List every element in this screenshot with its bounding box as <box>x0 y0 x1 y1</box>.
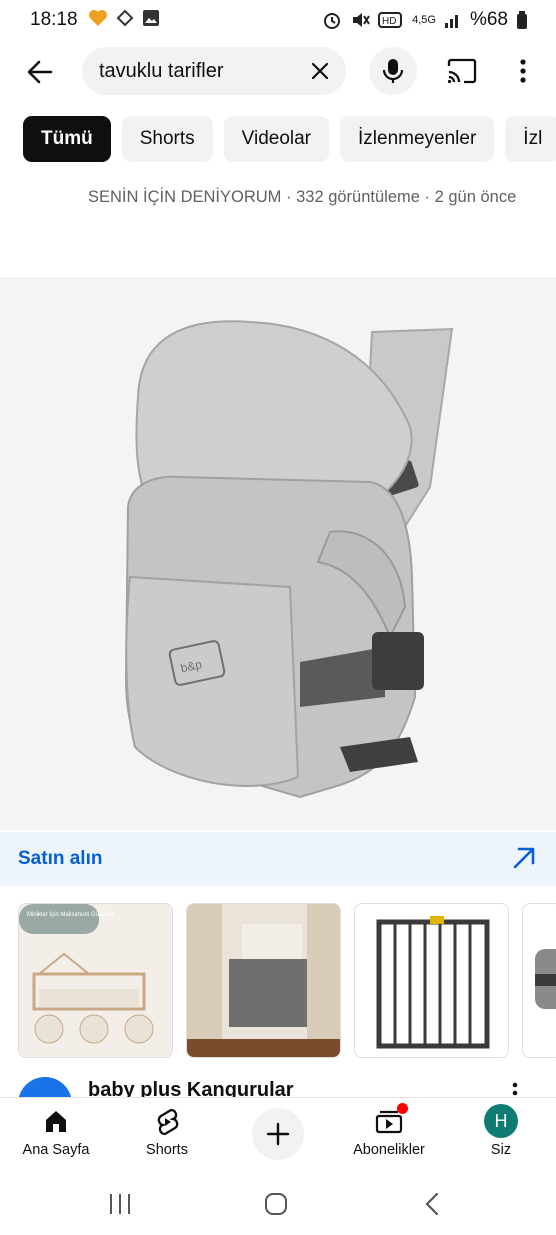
more-options-button[interactable] <box>509 56 537 86</box>
external-link-arrow-icon <box>513 847 535 869</box>
create-button[interactable] <box>252 1108 304 1160</box>
search-query: tavuklu tarifler <box>99 60 224 82</box>
battery-icon <box>517 11 527 29</box>
notification-dot <box>397 1103 408 1114</box>
signal-icon <box>444 15 458 28</box>
search-input[interactable]: tavuklu tarifler <box>82 47 346 95</box>
tag-icon <box>116 9 134 27</box>
channel-avatar[interactable] <box>18 1077 72 1099</box>
home-system-button[interactable] <box>261 1189 291 1219</box>
cast-button[interactable] <box>444 56 480 86</box>
chip-all[interactable]: Tümü <box>23 116 111 162</box>
close-icon <box>311 62 329 80</box>
clear-search-button[interactable] <box>308 59 332 83</box>
microphone-icon <box>382 59 404 83</box>
gallery-icon <box>143 10 159 26</box>
buy-now-row[interactable]: Satın alın <box>0 832 556 886</box>
next-result[interactable]: baby plus Kangurular <box>0 1075 556 1099</box>
nav-subscriptions-label: Abonelikler <box>353 1142 425 1158</box>
chip-watched-partial[interactable]: İzl <box>505 116 556 162</box>
baby-carrier-image: b&p <box>124 320 454 799</box>
nav-shorts-label: Shorts <box>146 1142 188 1158</box>
thumb-metal-gate[interactable] <box>354 903 509 1058</box>
system-navigation-bar <box>0 1171 556 1235</box>
alarm-icon <box>324 13 341 29</box>
cast-icon <box>447 58 477 84</box>
shorts-icon <box>157 1108 179 1135</box>
filter-chips: Tümü Shorts Videolar İzlenmeyenler İzl <box>23 116 556 162</box>
nav-subscriptions[interactable]: Abonelikler <box>339 1098 439 1172</box>
back-system-button[interactable] <box>418 1189 448 1219</box>
status-time: 18:18 <box>30 9 78 30</box>
back-button[interactable] <box>22 54 58 90</box>
buy-label: Satın alın <box>18 848 103 869</box>
product-ad-image[interactable]: b&p <box>0 277 556 830</box>
network-type: 4,5G <box>412 13 436 26</box>
home-icon <box>46 1111 66 1132</box>
chevron-left-icon <box>425 1192 439 1216</box>
product-thumbnails: Minikler İçin Maksimum Güvenlik <box>18 903 556 1058</box>
hallway-gate-image <box>187 904 340 1057</box>
bag-product-image <box>523 904 556 1057</box>
more-vert-icon <box>520 59 526 83</box>
thumb-bag-partial[interactable] <box>522 903 556 1058</box>
home-square-icon <box>265 1193 287 1215</box>
heart-app-icon <box>89 10 107 26</box>
nav-you-label: Siz <box>490 1142 512 1158</box>
mute-icon <box>353 13 370 27</box>
metal-gate-image <box>355 904 508 1057</box>
recent-apps-button[interactable] <box>105 1189 135 1219</box>
chip-shorts[interactable]: Shorts <box>121 116 213 162</box>
profile-avatar: H <box>484 1104 518 1138</box>
chip-videos[interactable]: Videolar <box>223 116 330 162</box>
nav-home-label: Ana Sayfa <box>22 1142 90 1158</box>
bottom-navigation: Ana Sayfa Shorts Abonelikler H Siz <box>0 1097 556 1171</box>
svg-text:HD: HD <box>382 16 396 27</box>
nav-home[interactable]: Ana Sayfa <box>6 1098 106 1172</box>
next-result-title[interactable]: baby plus Kangurular <box>88 1079 294 1099</box>
battery-percent: %68 <box>469 9 508 30</box>
arrow-left-icon <box>27 60 53 84</box>
hd-voice-icon: HD <box>378 12 403 28</box>
chip-unwatched[interactable]: İzlenmeyenler <box>340 116 495 162</box>
voice-search-button[interactable] <box>369 47 417 95</box>
plus-icon <box>266 1122 290 1146</box>
thumb-headline: Minikler İçin Maksimum Güvenlik <box>27 911 115 918</box>
status-bar: 18:18 HD 4,5G %68 <box>0 0 556 40</box>
nav-you[interactable]: H Siz <box>451 1098 551 1172</box>
video-meta: SENİN İÇİN DENİYORUM · 332 görüntüleme ·… <box>88 188 517 206</box>
top-bar: tavuklu tarifler <box>0 44 556 100</box>
thumb-hallway-gate[interactable] <box>186 903 341 1058</box>
bed-product-image: Minikler İçin Maksimum Güvenlik <box>19 904 172 1057</box>
recent-apps-icon <box>110 1194 130 1214</box>
thumb-safety-bed[interactable]: Minikler İçin Maksimum Güvenlik <box>18 903 173 1058</box>
nav-shorts[interactable]: Shorts <box>117 1098 217 1172</box>
